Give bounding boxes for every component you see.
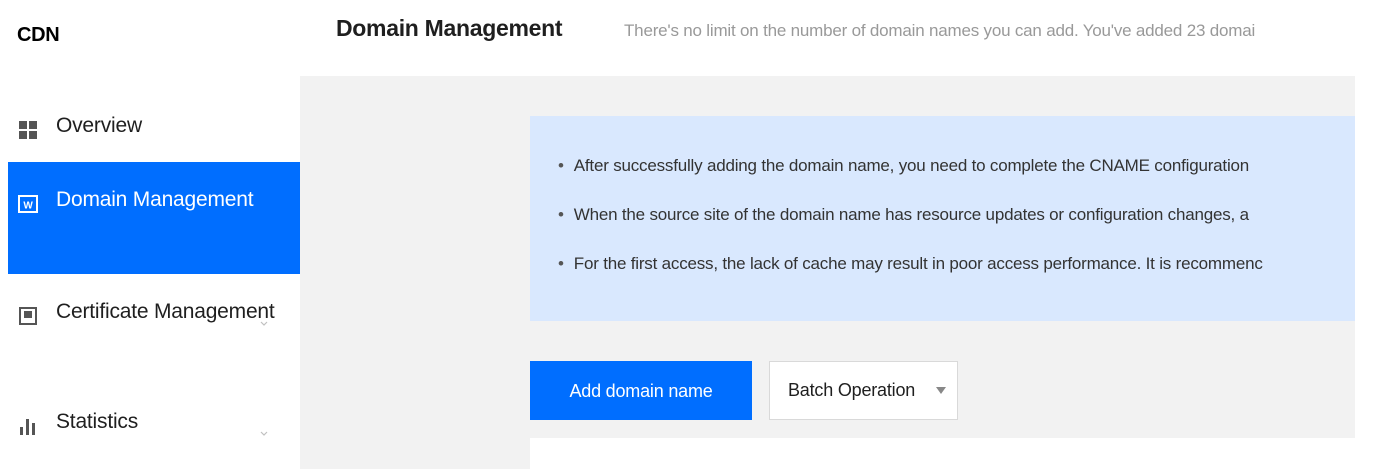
web-icon: W [18, 190, 38, 213]
page-title: Domain Management [336, 15, 563, 41]
header-description: There's no limit on the number of domain… [624, 21, 1256, 40]
cdn-console: CDN Overview W Domain Management Certifi… [0, 0, 1373, 469]
caret-down-icon [936, 387, 946, 394]
main-content: After successfully adding the domain nam… [300, 76, 1355, 469]
grid-icon [18, 116, 38, 139]
page-header: Domain Management There's no limit on th… [300, 0, 1355, 76]
notice-panel: After successfully adding the domain nam… [530, 116, 1355, 321]
batch-operation-label: Batch Operation [788, 380, 916, 400]
sidebar-item-label: Statistics [56, 410, 139, 433]
brand-title: CDN [17, 24, 60, 46]
notice-item: When the source site of the domain name … [558, 205, 1249, 225]
add-domain-button[interactable]: Add domain name [530, 361, 752, 420]
batch-operation-dropdown[interactable]: Batch Operation [769, 361, 958, 420]
sidebar-item-overview[interactable]: Overview [8, 108, 300, 146]
sidebar-item-domain-management[interactable]: W Domain Management [8, 162, 300, 274]
svg-text:W: W [23, 201, 33, 212]
sidebar-item-label: Overview [56, 114, 142, 137]
chevron-down-icon[interactable] [258, 306, 270, 326]
chevron-down-icon[interactable] [258, 416, 270, 436]
notice-item: For the first access, the lack of cache … [558, 254, 1263, 274]
sidebar-item-label: Certificate Management [56, 300, 275, 323]
domain-table-panel [530, 438, 1355, 469]
sidebar-item-label: Domain Management [56, 188, 254, 211]
sidebar-item-statistics[interactable]: Statistics [8, 404, 300, 442]
sidebar-item-certificate-management[interactable]: Certificate Management [8, 294, 300, 374]
sidebar: CDN Overview W Domain Management Certifi… [8, 0, 300, 469]
certificate-icon [18, 302, 38, 325]
bar-chart-icon [18, 412, 38, 435]
notice-item: After successfully adding the domain nam… [558, 156, 1249, 176]
